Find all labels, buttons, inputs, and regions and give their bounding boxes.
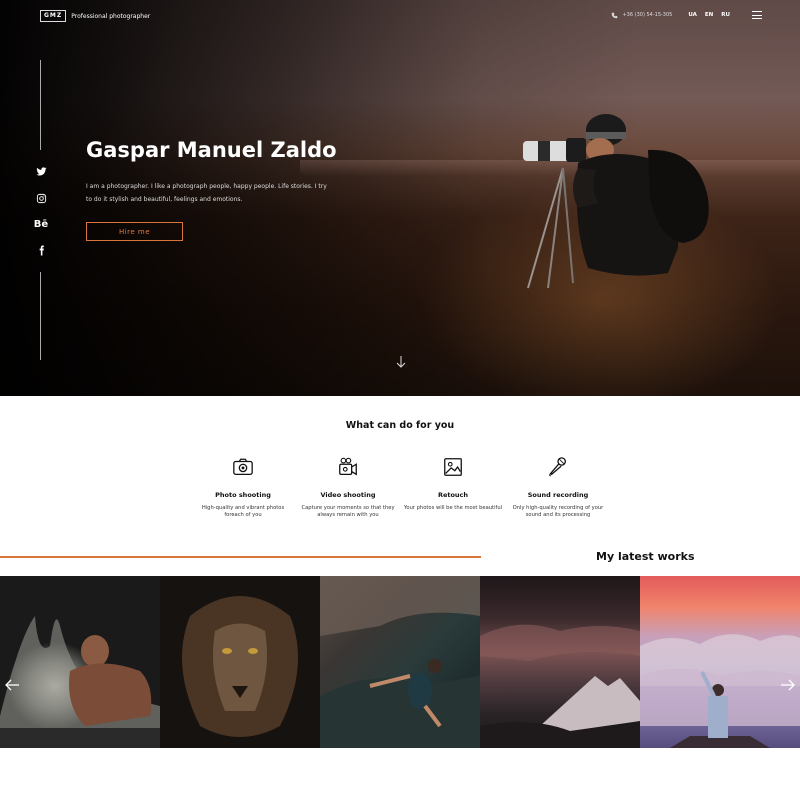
services-heading: What can do for you [345, 420, 455, 431]
language-switcher: UA EN RU [688, 12, 730, 18]
hamburger-menu-icon[interactable] [752, 11, 762, 19]
camera-icon [233, 458, 253, 475]
hero-section: GMZ Professional photographer +36 (30) 5… [0, 0, 800, 396]
service-description: High-quality and vibrant photos foreach … [201, 505, 285, 518]
lang-ua[interactable]: UA [688, 12, 697, 18]
service-description: Only high-quality recording of your soun… [512, 505, 604, 518]
service-description: Capture your moments so that they always… [301, 505, 395, 518]
gallery-prev-arrow-icon[interactable] [4, 678, 20, 692]
social-divider-top [40, 60, 41, 150]
topbar-right: +36 (30) 54-15-305 UA EN RU [611, 11, 762, 19]
twitter-icon[interactable] [34, 164, 48, 178]
service-video-shooting: Video shooting Capture your moments so t… [298, 456, 398, 519]
works-gallery [0, 576, 800, 748]
social-divider-bottom [40, 272, 41, 360]
lang-ru[interactable]: RU [721, 12, 730, 18]
scroll-down-arrow-icon[interactable] [395, 355, 407, 369]
gallery-next-arrow-icon[interactable] [780, 678, 796, 692]
image-icon [444, 458, 462, 476]
service-name: Photo shooting [215, 491, 271, 499]
instagram-icon[interactable] [34, 191, 48, 205]
behance-icon[interactable]: Bē [34, 217, 48, 231]
dust-athlete-image [0, 616, 160, 748]
facebook-icon[interactable] [34, 243, 48, 257]
service-name: Retouch [437, 491, 469, 499]
phone-icon [612, 12, 618, 18]
service-photo-shooting: Photo shooting High-quality and vibrant … [193, 456, 293, 519]
logo-mark: GMZ [40, 10, 67, 22]
cloud-summit-image [640, 634, 800, 748]
phone-number: +36 (30) 54-15-305 [622, 12, 673, 18]
hero-title: Gaspar Manuel Zaldo [86, 138, 337, 162]
gallery-item-climber[interactable] [320, 576, 480, 748]
service-name: Video shooting [320, 491, 376, 499]
microphone-icon [549, 457, 566, 477]
mountain-image [480, 624, 640, 748]
gallery-item-dust-athlete[interactable] [0, 576, 160, 748]
latest-works-heading: My latest works [596, 550, 695, 563]
service-retouch: Retouch Your photos will be the most bea… [403, 456, 503, 512]
gallery-item-cloud-summit[interactable] [640, 576, 800, 748]
video-camera-icon [339, 457, 357, 476]
logo[interactable]: GMZ Professional photographer [40, 10, 150, 22]
service-sound-recording: Sound recording Only high-quality record… [508, 456, 608, 519]
gallery-item-lion[interactable] [160, 576, 320, 748]
lion-image [182, 596, 298, 737]
section-divider [0, 556, 481, 558]
hire-me-button[interactable]: Hire me [86, 222, 183, 241]
photographer-image [523, 114, 709, 289]
lang-en[interactable]: EN [705, 12, 713, 18]
climber-image [320, 576, 480, 748]
service-description: Your photos will be the most beautiful [403, 505, 503, 511]
gallery-item-mountain[interactable] [480, 576, 640, 748]
logo-tagline: Professional photographer [71, 12, 151, 20]
phone-contact[interactable]: +36 (30) 54-15-305 [611, 12, 672, 19]
service-name: Sound recording [527, 491, 589, 499]
hero-description: I am a photographer. I like a photograph… [86, 183, 327, 203]
